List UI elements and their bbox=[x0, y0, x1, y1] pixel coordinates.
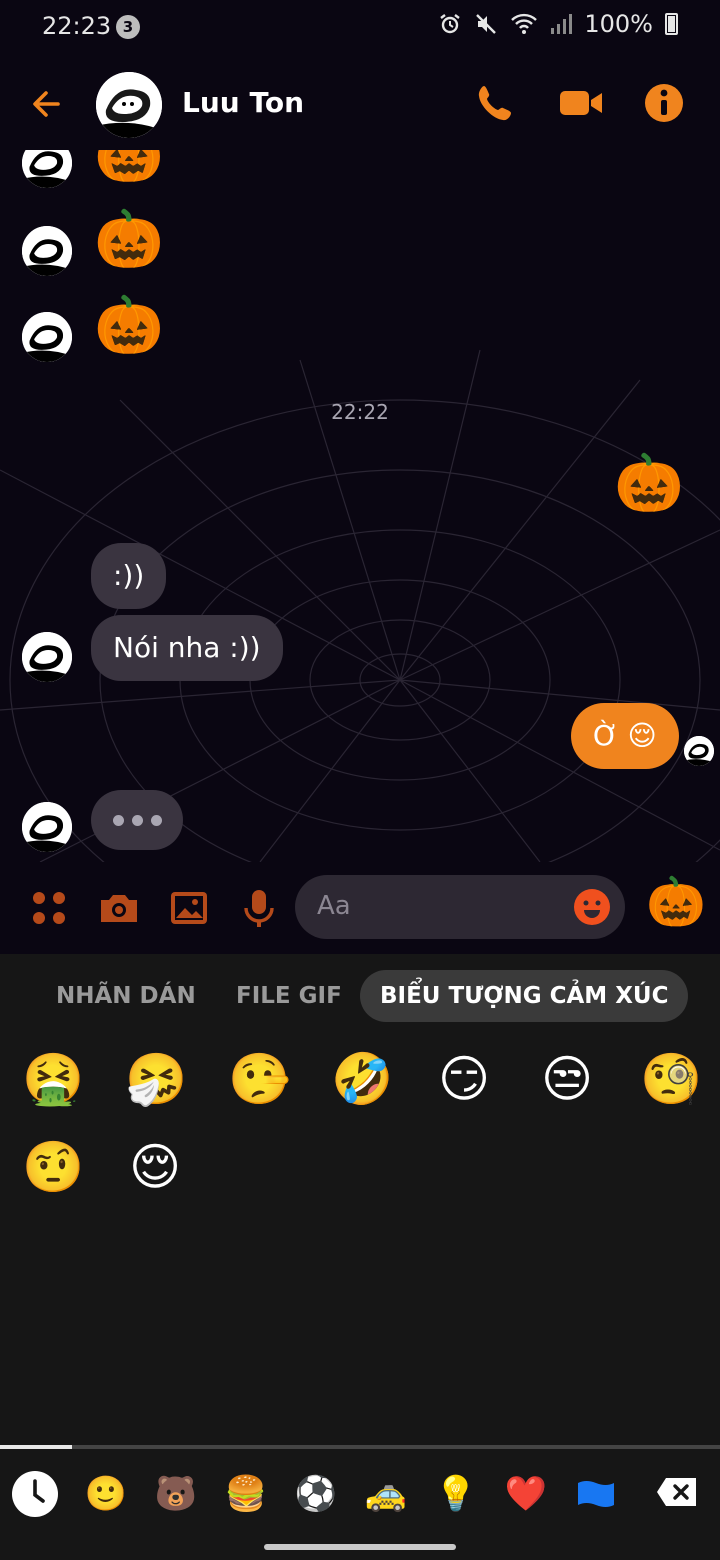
emoji-cell[interactable]: 😌 bbox=[125, 1142, 185, 1192]
notification-count-badge: 3 bbox=[116, 15, 140, 39]
category-activity-icon[interactable]: ⚽ bbox=[293, 1471, 339, 1517]
category-smileys-icon[interactable]: 🙂 bbox=[83, 1471, 129, 1517]
mute-icon bbox=[476, 14, 497, 34]
phone-call-icon[interactable] bbox=[470, 78, 520, 128]
tab-stickers[interactable]: NHÃN DÁN bbox=[36, 970, 216, 1022]
sender-avatar bbox=[22, 226, 72, 276]
emoji-cell[interactable]: 🤣 bbox=[331, 1054, 393, 1104]
category-food-icon[interactable]: 🍔 bbox=[223, 1471, 269, 1517]
emoji-panel-tabs: NHÃN DÁN FILE GIF BIỂU TƯỢNG CẢM XÚC bbox=[0, 970, 720, 1022]
sender-avatar bbox=[22, 802, 72, 852]
typing-indicator bbox=[91, 790, 183, 850]
wifi-icon bbox=[511, 13, 538, 34]
message-input-placeholder: Aa bbox=[317, 891, 351, 921]
more-apps-icon[interactable] bbox=[27, 886, 71, 930]
home-gesture-pill[interactable] bbox=[264, 1544, 456, 1550]
status-icons: 100% bbox=[438, 10, 678, 38]
alarm-icon bbox=[440, 14, 461, 34]
sent-message-bubble[interactable]: Ờ 😌 bbox=[571, 703, 679, 769]
seen-receipt-avatar bbox=[684, 736, 714, 766]
pumpkin-message[interactable]: 🎃 bbox=[94, 150, 164, 182]
received-message-bubble[interactable]: :)) bbox=[91, 543, 167, 609]
category-objects-icon[interactable]: 💡 bbox=[433, 1471, 479, 1517]
message-timestamp: 22:22 bbox=[331, 400, 389, 424]
category-flags-icon[interactable] bbox=[573, 1471, 619, 1517]
message-input[interactable]: Aa bbox=[295, 875, 625, 939]
category-symbols-icon[interactable]: ❤️ bbox=[503, 1471, 549, 1517]
video-call-icon[interactable] bbox=[556, 78, 606, 128]
received-message-bubble[interactable]: Nói nha :)) bbox=[91, 615, 283, 681]
info-icon[interactable] bbox=[639, 78, 689, 128]
pumpkin-message[interactable]: 🎃 bbox=[94, 212, 164, 268]
signal-icon bbox=[551, 14, 573, 34]
battery-percent: 100% bbox=[584, 10, 653, 38]
tab-emoji[interactable]: BIỂU TƯỢNG CẢM XÚC bbox=[360, 970, 689, 1022]
tab-gif[interactable]: FILE GIF bbox=[216, 970, 362, 1022]
chat-header: Luu Ton bbox=[0, 56, 720, 150]
emoji-cell[interactable]: 😏 bbox=[434, 1054, 494, 1104]
emoji-category-bar: 🙂 🐻 🍔 ⚽ 🚕 💡 ❤️ bbox=[0, 1449, 720, 1536]
emoji-cell[interactable]: 🧐 bbox=[640, 1054, 702, 1104]
back-arrow-icon[interactable] bbox=[26, 82, 70, 126]
contact-avatar[interactable] bbox=[96, 72, 162, 138]
category-animals-icon[interactable]: 🐻 bbox=[153, 1471, 199, 1517]
quick-reaction-button[interactable]: 🎃 bbox=[646, 878, 706, 926]
category-travel-icon[interactable]: 🚕 bbox=[363, 1471, 409, 1517]
recent-icon[interactable] bbox=[12, 1471, 58, 1517]
emoji-cell[interactable]: 😒 bbox=[537, 1054, 597, 1104]
sent-pumpkin-message[interactable]: 🎃 bbox=[614, 456, 684, 512]
pumpkin-message[interactable]: 🎃 bbox=[94, 298, 164, 354]
emoji-cell[interactable]: 🤨 bbox=[22, 1142, 84, 1192]
gallery-icon[interactable] bbox=[167, 886, 211, 930]
status-time: 22:23 bbox=[42, 12, 112, 40]
sender-avatar bbox=[22, 632, 72, 682]
emoji-picker-icon[interactable] bbox=[573, 888, 611, 926]
emoji-cell[interactable]: 🤧 bbox=[125, 1054, 187, 1104]
camera-icon[interactable] bbox=[97, 886, 141, 930]
system-nav-bar bbox=[0, 1536, 720, 1560]
emoji-cell[interactable]: 🤮 bbox=[22, 1054, 84, 1104]
contact-name[interactable]: Luu Ton bbox=[182, 86, 304, 119]
microphone-icon[interactable] bbox=[237, 886, 281, 930]
message-list[interactable]: 🎃 🎃 🎃 22:22 🎃 :)) Nói nha :)) Ờ 😌 bbox=[0, 150, 720, 862]
emoji-cell[interactable]: 🤥 bbox=[228, 1054, 290, 1104]
composer-bar: Aa 🎃 bbox=[0, 862, 720, 954]
battery-icon bbox=[665, 13, 678, 35]
delete-icon[interactable] bbox=[656, 1477, 698, 1507]
sender-avatar bbox=[22, 312, 72, 362]
status-bar: 22:23 3 100% bbox=[0, 0, 720, 56]
